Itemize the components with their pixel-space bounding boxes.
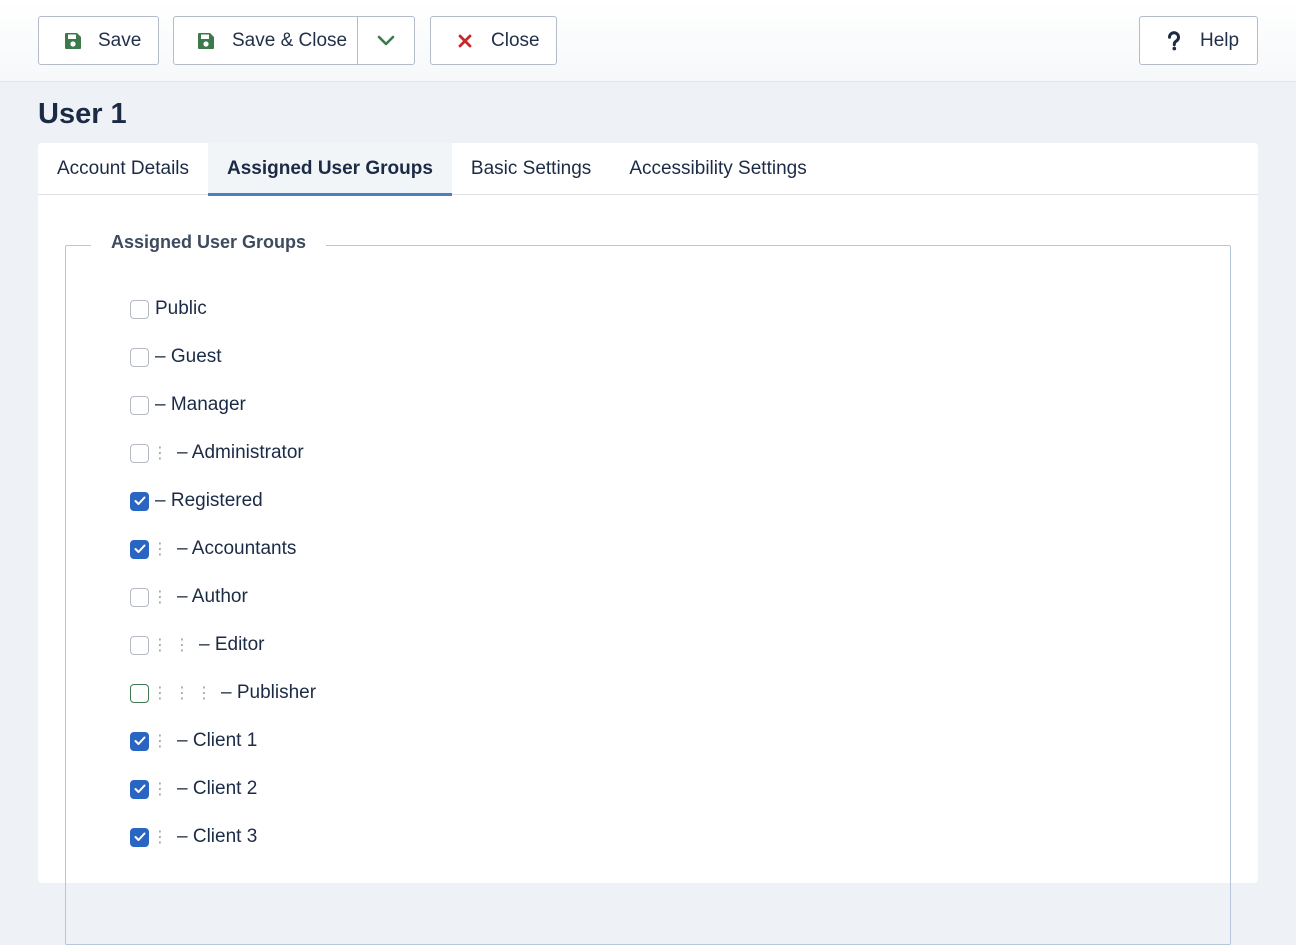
tree-indent-icon: ⋮: [152, 829, 168, 846]
floppy-disk-icon: [196, 31, 216, 51]
user-group-checkbox[interactable]: [130, 635, 149, 655]
checkmark-icon: [134, 784, 146, 794]
question-mark-icon: [1164, 30, 1184, 51]
checkmark-icon: [134, 496, 146, 506]
user-group-row[interactable]: – Manager: [130, 393, 246, 417]
user-group-row[interactable]: ⋮ – Client 1: [130, 729, 257, 753]
user-group-label: – Editor: [199, 634, 265, 655]
save-options-dropdown-toggle[interactable]: [358, 17, 414, 64]
user-group-checkbox[interactable]: [130, 443, 149, 463]
tab-account-details[interactable]: Account Details: [38, 143, 208, 195]
tab-accessibility-settings[interactable]: Accessibility Settings: [610, 143, 825, 195]
tree-indent-icon: ⋮: [152, 445, 168, 462]
user-group-checkbox[interactable]: [130, 779, 149, 799]
tab-bar: Account Details Assigned User Groups Bas…: [38, 143, 1258, 196]
fieldset-legend: Assigned User Groups: [91, 232, 327, 253]
tree-indent-icon: ⋮: [152, 541, 168, 558]
user-group-checkbox[interactable]: [130, 395, 149, 415]
user-group-checkbox[interactable]: [130, 827, 149, 847]
close-button[interactable]: Close: [430, 16, 557, 65]
tab-basic-settings[interactable]: Basic Settings: [452, 143, 610, 195]
checkmark-icon: [134, 736, 146, 746]
tree-indent-icon: ⋮: [174, 685, 190, 702]
help-label: Help: [1200, 29, 1240, 51]
user-group-row[interactable]: ⋮ – Author: [130, 585, 248, 609]
user-group-label: – Publisher: [221, 682, 317, 703]
user-group-label: – Accountants: [177, 538, 297, 559]
tree-indent-icon: ⋮: [152, 589, 168, 606]
user-group-label: – Client 3: [177, 826, 258, 847]
tree-indent-icon: ⋮: [152, 733, 168, 750]
user-group-checkbox[interactable]: [130, 299, 149, 319]
edit-panel: Account Details Assigned User Groups Bas…: [38, 143, 1258, 945]
tree-indent-icon: ⋮: [152, 781, 168, 798]
tree-indent-icon: ⋮: [152, 685, 168, 702]
save-label: Save: [98, 29, 142, 51]
user-group-row[interactable]: ⋮ – Client 2: [130, 777, 257, 801]
checkmark-icon: [134, 832, 146, 842]
tab-assigned-user-groups[interactable]: Assigned User Groups: [208, 143, 452, 196]
user-group-checkbox[interactable]: [130, 731, 149, 751]
user-group-label: – Manager: [155, 394, 246, 415]
user-group-row[interactable]: – Guest: [130, 345, 222, 369]
save-close-label: Save & Close: [232, 29, 348, 51]
user-group-label: – Author: [177, 586, 248, 607]
save-button[interactable]: Save: [38, 16, 159, 65]
user-group-checkbox[interactable]: [130, 347, 149, 367]
toolbar: Save Save & Close Close Help: [0, 0, 1296, 82]
assigned-user-groups-fieldset: Assigned User Groups Public – Guest – Mana…: [65, 232, 1231, 945]
save-close-button-group: Save & Close: [173, 16, 415, 65]
user-group-row[interactable]: – Registered: [130, 489, 263, 513]
user-group-label: – Client 2: [177, 778, 258, 799]
checkmark-icon: [134, 544, 146, 554]
user-group-label: – Administrator: [177, 442, 304, 463]
user-group-checkbox[interactable]: [130, 539, 149, 559]
close-label: Close: [491, 29, 540, 51]
user-group-label: – Registered: [155, 490, 263, 511]
tree-indent-icon: ⋮: [196, 685, 212, 702]
user-group-row[interactable]: ⋮ ⋮ – Editor: [130, 633, 264, 657]
user-group-row[interactable]: ⋮ – Accountants: [130, 537, 296, 561]
user-group-label: Public: [155, 298, 207, 319]
user-group-checkbox[interactable]: [130, 683, 149, 703]
page-title: User 1: [38, 98, 127, 130]
tree-indent-icon: ⋮: [174, 637, 190, 654]
user-group-row[interactable]: Public: [130, 297, 207, 321]
x-icon: [455, 31, 475, 51]
chevron-down-icon: [376, 31, 396, 51]
help-button[interactable]: Help: [1139, 16, 1258, 65]
user-group-row[interactable]: ⋮ – Administrator: [130, 441, 304, 465]
user-group-row[interactable]: ⋮ ⋮ ⋮ – Publisher: [130, 681, 316, 705]
user-group-row[interactable]: ⋮ – Client 3: [130, 825, 257, 849]
user-group-checkbox[interactable]: [130, 491, 149, 511]
user-group-checkbox[interactable]: [130, 587, 149, 607]
save-close-button[interactable]: Save & Close: [174, 17, 359, 64]
floppy-disk-icon: [63, 31, 83, 51]
tree-indent-icon: ⋮: [152, 637, 168, 654]
user-group-label: – Guest: [155, 346, 222, 367]
user-group-label: – Client 1: [177, 730, 258, 751]
